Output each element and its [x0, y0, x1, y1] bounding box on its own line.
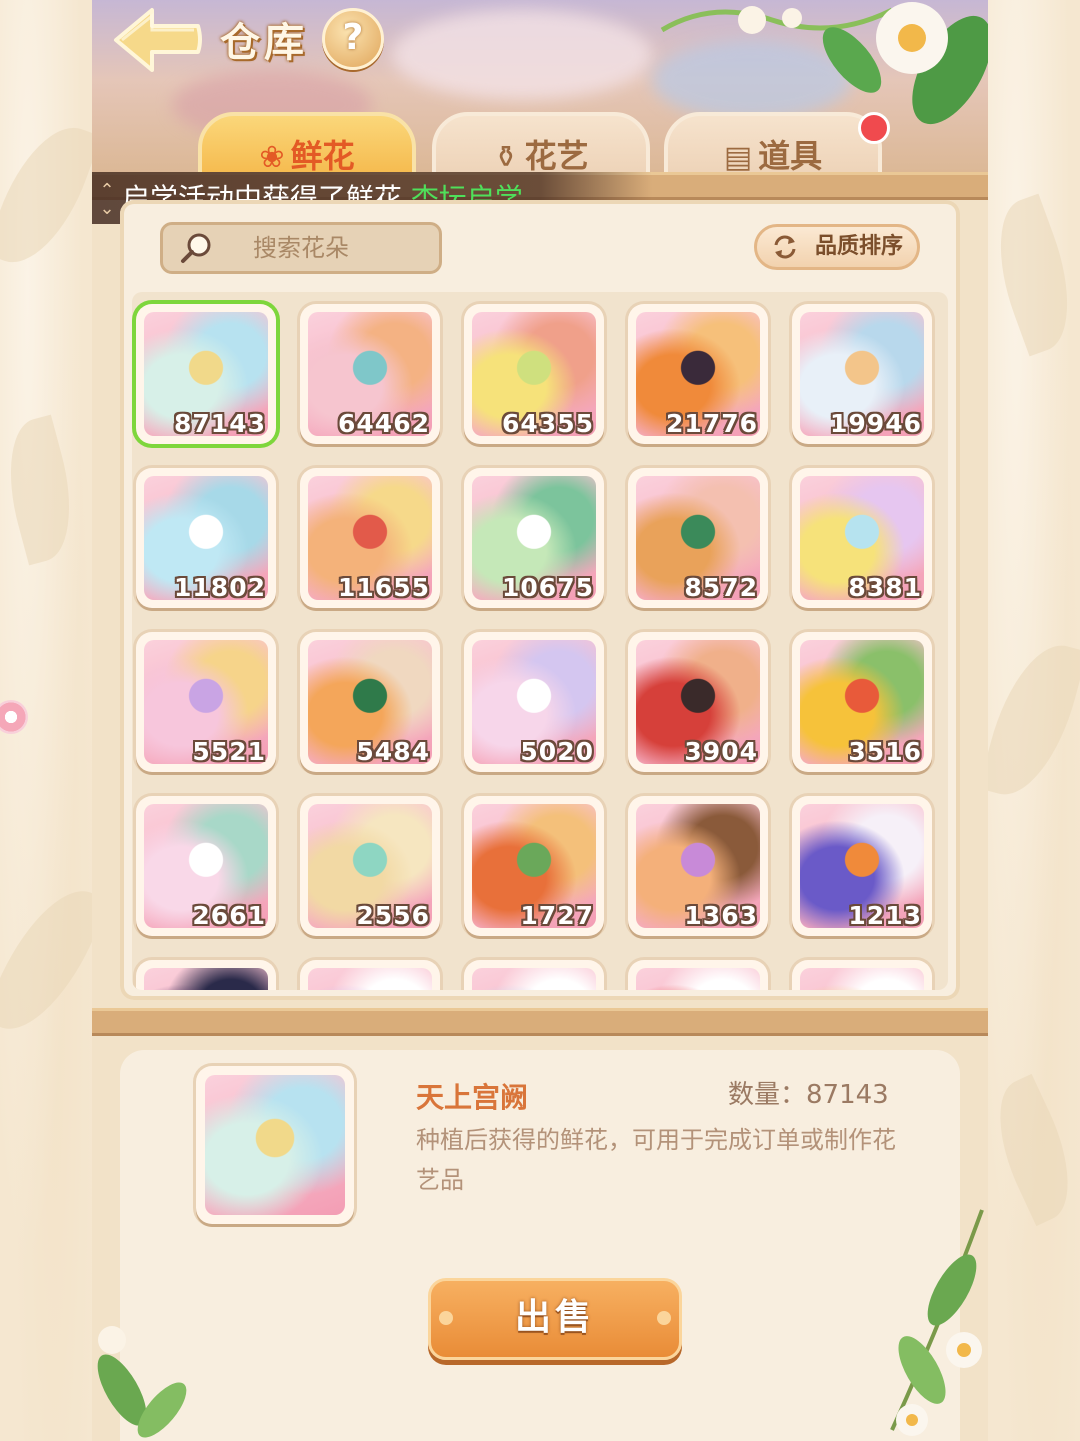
right-decor-background [977, 0, 1080, 1441]
tile-count: 1727 [520, 901, 594, 930]
flower-tile[interactable] [136, 960, 276, 990]
tile-count: 11655 [338, 573, 430, 602]
tile-count: 10675 [502, 573, 594, 602]
flower-tile[interactable]: 87143 [136, 304, 276, 444]
tile-count: 2556 [356, 901, 430, 930]
tab-label: 花艺 [524, 137, 589, 175]
left-decor-background [0, 0, 111, 1441]
flower-tile[interactable]: 3516 [792, 632, 932, 772]
flower-tile[interactable]: 64355 [464, 304, 604, 444]
help-button[interactable]: ? [322, 8, 384, 70]
tile-count: 3904 [684, 737, 758, 766]
flower-branch-icon [890, 1209, 984, 1436]
flower-tile[interactable]: 2661 [136, 796, 276, 936]
flower-image [472, 968, 596, 990]
tile-count: 64355 [502, 409, 594, 438]
flower-tile[interactable]: 11655 [300, 468, 440, 608]
flower-image [308, 968, 432, 990]
tile-count: 64462 [338, 409, 430, 438]
flower-grid: 87143 64462 64355 21776 19946 11802 11655 10675… [132, 292, 948, 990]
flower-tile[interactable] [464, 960, 604, 990]
tile-count: 2661 [192, 901, 266, 930]
leaf-decoration-icon [97, 1326, 187, 1438]
flower-image [205, 1075, 345, 1215]
tile-count: 1363 [684, 901, 758, 930]
flower-tile[interactable]: 10675 [464, 468, 604, 608]
flower-tile[interactable] [792, 960, 932, 990]
tile-count: 8381 [848, 573, 922, 602]
selected-item-thumbnail [196, 1066, 354, 1224]
back-arrow-icon [114, 8, 202, 72]
flower-tile[interactable]: 2556 [300, 796, 440, 936]
flower-image [636, 968, 760, 990]
flower-image [144, 968, 268, 990]
flower-tile[interactable]: 64462 [300, 304, 440, 444]
tile-count: 19946 [830, 409, 922, 438]
tab-label: 鲜花 [290, 137, 355, 175]
refresh-sort-icon [774, 235, 796, 259]
back-arrow-button[interactable] [112, 6, 202, 72]
flower-tile[interactable]: 8381 [792, 468, 932, 608]
tile-count: 8572 [684, 573, 758, 602]
search-input[interactable]: 搜索花朵 [160, 222, 442, 274]
notification-badge [858, 112, 890, 144]
frame-divider-bottom [92, 1008, 988, 1036]
button-ornament [439, 1311, 453, 1325]
tile-count: 5521 [192, 737, 266, 766]
flower-tile[interactable]: 8572 [628, 468, 768, 608]
tile-count: 3516 [848, 737, 922, 766]
search-placeholder: 搜索花朵 [253, 234, 349, 262]
warehouse-screen: 仓库 ? ❀ 鲜花 ⚱ 花艺 ▤ 道具 ⌃ ⌄ 启学活动中获得了鲜花 杏坛启学 。 搜索花… [92, 0, 988, 1441]
item-description: 种植后获得的鲜花，可用于完成订单或制作花艺品 [416, 1126, 896, 1194]
item-name: 天上宫阙 [416, 1081, 529, 1114]
item-quantity: 数量：87143 [728, 1080, 889, 1110]
pink-flower-icon [0, 700, 28, 734]
tile-count: 11802 [174, 573, 266, 602]
inventory-panel: 搜索花朵 品质排序 87143 64462 64355 21776 19946 11802… [120, 200, 960, 1000]
tile-count: 87143 [174, 409, 266, 438]
flower-tile[interactable] [628, 960, 768, 990]
sell-label: 出售 [514, 1297, 595, 1338]
quality-sort-button[interactable]: 品质排序 [754, 224, 920, 270]
button-ornament [657, 1311, 671, 1325]
flower-tile[interactable]: 5020 [464, 632, 604, 772]
flower-tile[interactable]: 5521 [136, 632, 276, 772]
tab-label: 道具 [758, 137, 823, 175]
flower-tile[interactable]: 3904 [628, 632, 768, 772]
flower-tile[interactable] [300, 960, 440, 990]
tile-count: 5484 [356, 737, 430, 766]
flower-tile[interactable]: 1363 [628, 796, 768, 936]
tile-count: 5020 [520, 737, 594, 766]
page-title: 仓库 [220, 20, 308, 66]
item-detail-panel: 天上宫阙 数量：87143 种植后获得的鲜花，可用于完成订单或制作花艺品 出售 [120, 1050, 960, 1441]
search-icon [181, 233, 211, 263]
flower-tile[interactable]: 11802 [136, 468, 276, 608]
sort-label: 品质排序 [814, 234, 903, 259]
flower-tile[interactable]: 1727 [464, 796, 604, 936]
tile-count: 1213 [848, 901, 922, 930]
tile-count: 21776 [666, 409, 758, 438]
flower-tile[interactable]: 21776 [628, 304, 768, 444]
flower-image [800, 968, 924, 990]
scroll-arrows-icon: ⌃ ⌄ [99, 180, 115, 219]
flower-tile[interactable]: 19946 [792, 304, 932, 444]
flower-tile[interactable]: 1213 [792, 796, 932, 936]
sell-button[interactable]: 出售 [428, 1278, 682, 1360]
flower-tile[interactable]: 5484 [300, 632, 440, 772]
